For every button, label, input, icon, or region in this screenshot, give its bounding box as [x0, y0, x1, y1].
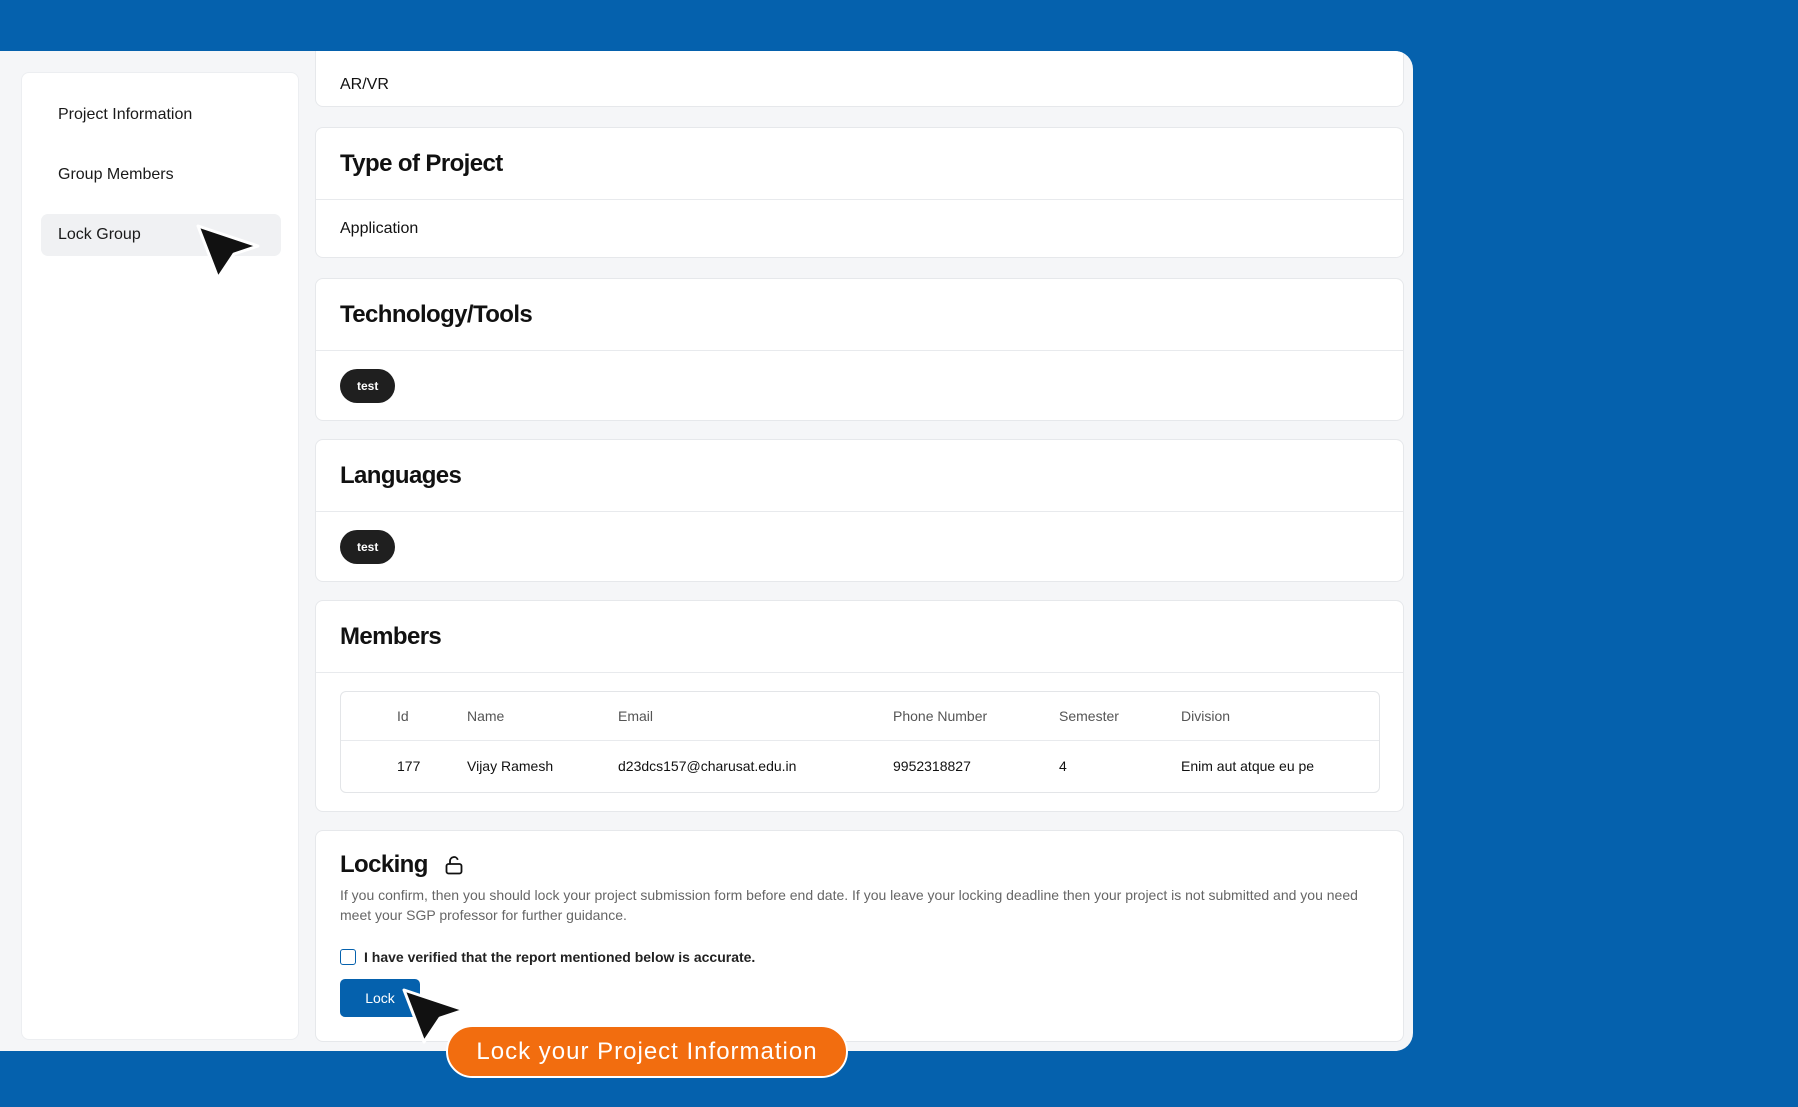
table-row: 177 Vijay Ramesh d23dcs157@charusat.edu.…	[341, 740, 1379, 792]
cell-division: Enim aut atque eu pe	[1181, 758, 1315, 775]
column-header-name: Name	[467, 692, 618, 741]
domain-value: AR/VR	[340, 76, 389, 93]
technology-tools-card: Technology/Tools test	[315, 278, 1404, 421]
verify-row: I have verified that the report mentione…	[340, 949, 755, 965]
domain-card: AR/VR	[315, 51, 1404, 107]
type-of-project-value: Application	[340, 219, 419, 237]
languages-card: Languages test	[315, 439, 1404, 582]
cell-email: d23dcs157@charusat.edu.in	[618, 758, 797, 775]
tech-chip: test	[340, 368, 396, 403]
sidebar-item-project-information[interactable]: Project Information	[41, 94, 281, 136]
verify-checkbox[interactable]	[340, 949, 356, 965]
members-title: Members	[316, 601, 1403, 673]
locking-card: Locking If you confirm, then you should …	[315, 830, 1404, 1042]
type-of-project-title: Type of Project	[316, 128, 1403, 200]
column-header-division: Division	[1181, 692, 1379, 741]
column-header-email: Email	[618, 692, 893, 741]
type-of-project-card: Type of Project Application	[315, 127, 1404, 258]
sidebar-item-group-members[interactable]: Group Members	[41, 154, 281, 196]
cell-semester: 4	[1059, 758, 1067, 775]
languages-title: Languages	[316, 440, 1403, 512]
sidebar: Project Information Group Members Lock G…	[21, 72, 299, 1040]
callout-banner: Lock your Project Information	[446, 1025, 848, 1078]
locking-description: If you confirm, then you should lock you…	[340, 887, 1358, 923]
table-header-row: Id Name Email Phone Number Semester Divi…	[341, 692, 1379, 741]
locking-title: Locking	[340, 851, 428, 878]
cell-id: 177	[397, 758, 421, 775]
cell-phone: 9952318827	[893, 758, 971, 775]
column-header-phone: Phone Number	[893, 692, 1059, 741]
column-header-semester: Semester	[1059, 692, 1181, 741]
unlock-icon	[444, 855, 464, 875]
members-table: Id Name Email Phone Number Semester Divi…	[340, 691, 1380, 793]
app-window: Project Information Group Members Lock G…	[0, 51, 1413, 1051]
locking-heading: Locking	[340, 851, 464, 879]
cell-name: Vijay Ramesh	[467, 758, 554, 775]
column-header-id: Id	[341, 692, 467, 741]
language-chip: test	[340, 529, 396, 564]
pointer-cursor-icon	[196, 224, 260, 287]
members-card: Members Id Name Email Phone Number Semes…	[315, 600, 1404, 812]
technology-tools-title: Technology/Tools	[316, 279, 1403, 351]
verify-label: I have verified that the report mentione…	[364, 949, 756, 965]
